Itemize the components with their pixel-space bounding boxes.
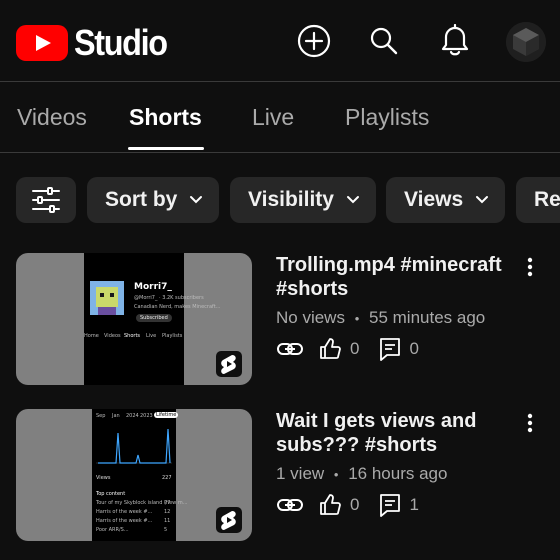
video-thumbnail[interactable]: Sep Jan 2024 2023 Lifetime Views 227 Top… bbox=[16, 409, 252, 541]
chevron-down-icon bbox=[189, 195, 203, 205]
views-chip[interactable]: Views bbox=[386, 177, 506, 223]
like-icon bbox=[318, 337, 342, 361]
logo-text: Studio bbox=[74, 22, 168, 63]
comment-icon bbox=[379, 493, 401, 517]
active-tab-indicator bbox=[128, 147, 204, 150]
video-stats: 0 0 bbox=[276, 335, 419, 363]
thumb-row: Harris of the week #... bbox=[96, 509, 153, 515]
video-thumbnail[interactable]: Morri7_ @Morri7_ · 3.2K subscribers Cana… bbox=[16, 253, 252, 385]
link-icon[interactable] bbox=[276, 495, 304, 515]
thumb-tab: Live bbox=[146, 333, 157, 339]
thumb-row: Harris of the week #... bbox=[96, 518, 153, 524]
thumb-tab: Videos bbox=[104, 333, 121, 339]
thumb-row-value: 12 bbox=[164, 509, 171, 515]
thumb-tab: Home bbox=[84, 333, 99, 339]
view-count: No views bbox=[276, 308, 345, 327]
like-count: 0 bbox=[350, 339, 360, 358]
upload-age: 55 minutes ago bbox=[369, 308, 486, 327]
sort-by-chip[interactable]: Sort by bbox=[87, 177, 220, 223]
like-icon bbox=[318, 493, 342, 517]
youtube-studio-logo[interactable]: Studio bbox=[16, 22, 177, 64]
thumb-row-value: 77 bbox=[164, 500, 171, 506]
thumb-period: 2023 bbox=[140, 413, 153, 419]
views-label: Views bbox=[404, 188, 464, 211]
channel-avatar-icon bbox=[90, 281, 124, 315]
visibility-label: Visibility bbox=[248, 188, 334, 211]
shorts-logo-icon bbox=[216, 507, 242, 533]
video-meta: 1 view • 16 hours ago bbox=[276, 464, 447, 484]
thumb-channel-desc: Canadian Nerd, makes Minecraft... bbox=[134, 304, 221, 310]
upload-age: 16 hours ago bbox=[348, 464, 448, 483]
restrictions-chip[interactable]: Re bbox=[516, 177, 560, 223]
thumb-period: 2024 bbox=[126, 413, 139, 419]
filter-sliders-icon bbox=[31, 187, 61, 213]
youtube-play-logo-icon bbox=[16, 25, 68, 61]
thumb-top-content: Top content bbox=[96, 491, 126, 497]
notifications-bell-icon[interactable] bbox=[438, 24, 472, 58]
tab-videos[interactable]: Videos bbox=[17, 104, 87, 131]
video-title[interactable]: Trolling.mp4 #minecraft #shorts bbox=[276, 253, 526, 301]
account-avatar[interactable] bbox=[506, 22, 546, 62]
sort-by-label: Sort by bbox=[105, 188, 178, 211]
thumb-row: Tour of my Skyblock island (new m... bbox=[96, 500, 188, 506]
tab-shorts[interactable]: Shorts bbox=[129, 104, 202, 131]
link-icon[interactable] bbox=[276, 339, 304, 359]
video-stats: 0 1 bbox=[276, 491, 419, 519]
restrictions-label: Re bbox=[534, 188, 560, 211]
thumb-tab: Shorts bbox=[124, 333, 141, 339]
comment-icon bbox=[379, 337, 401, 361]
thumb-period: Sep bbox=[96, 413, 106, 419]
tab-live[interactable]: Live bbox=[252, 104, 294, 131]
create-icon[interactable] bbox=[297, 24, 331, 58]
thumb-channel-name: Morri7_ bbox=[134, 282, 172, 292]
thumb-row-value: 11 bbox=[164, 518, 171, 524]
more-options-icon[interactable] bbox=[520, 255, 540, 279]
views-chart-icon bbox=[96, 428, 172, 464]
thumb-views-label: Views bbox=[96, 475, 111, 481]
meta-separator: • bbox=[354, 311, 360, 326]
thumb-tab: Playlists bbox=[162, 333, 183, 339]
thumb-period: Jan bbox=[112, 413, 120, 419]
header-divider bbox=[0, 81, 560, 82]
like-count: 0 bbox=[350, 495, 360, 514]
more-options-icon[interactable] bbox=[520, 411, 540, 435]
thumb-period-active: Lifetime bbox=[154, 412, 179, 418]
search-icon[interactable] bbox=[367, 24, 401, 58]
filter-button[interactable] bbox=[16, 177, 76, 223]
tab-playlists[interactable]: Playlists bbox=[345, 104, 429, 131]
shorts-logo-icon bbox=[216, 351, 242, 377]
comment-count: 0 bbox=[409, 339, 419, 358]
view-count: 1 view bbox=[276, 464, 325, 483]
chevron-down-icon bbox=[346, 195, 360, 205]
video-meta: No views • 55 minutes ago bbox=[276, 308, 485, 328]
comment-count: 1 bbox=[409, 495, 419, 514]
visibility-chip[interactable]: Visibility bbox=[230, 177, 376, 223]
thumb-views-value: 227 bbox=[162, 475, 172, 481]
thumbnail-preview: Morri7_ @Morri7_ · 3.2K subscribers Cana… bbox=[84, 253, 220, 385]
thumb-channel-sub: @Morri7_ · 3.2K subscribers bbox=[134, 295, 204, 301]
tabs-divider bbox=[0, 152, 560, 153]
thumbnail-preview: Sep Jan 2024 2023 Lifetime Views 227 Top… bbox=[92, 409, 188, 541]
top-app-bar: Studio bbox=[0, 0, 560, 82]
thumb-subscribed: Subscribed bbox=[136, 314, 172, 322]
video-title[interactable]: Wait I gets views and subs??? #shorts bbox=[276, 409, 526, 457]
chevron-down-icon bbox=[475, 195, 489, 205]
thumb-row-value: 5 bbox=[164, 527, 168, 533]
thumb-row: Poor ARR/S... bbox=[96, 527, 129, 533]
meta-separator: • bbox=[333, 467, 339, 482]
